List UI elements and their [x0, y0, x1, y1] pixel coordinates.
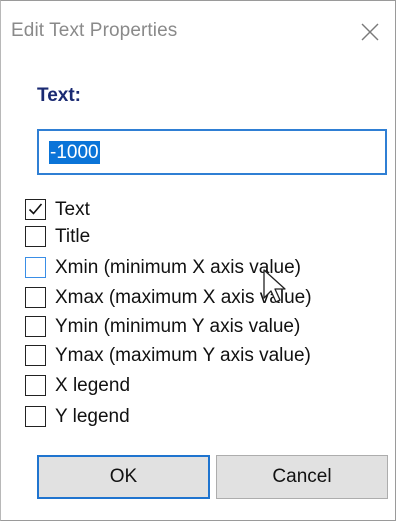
checkbox-row-ymax[interactable]: Ymax (maximum Y axis value): [25, 343, 385, 369]
checkbox-ymin[interactable]: [25, 316, 46, 337]
checkbox-row-ymin[interactable]: Ymin (minimum Y axis value): [25, 314, 385, 340]
checkbox-row-x-legend[interactable]: X legend: [25, 373, 385, 399]
checkbox-ymax[interactable]: [25, 345, 46, 366]
close-icon: [353, 15, 387, 49]
checkbox-row-xmax[interactable]: Xmax (maximum X axis value): [25, 285, 385, 311]
checkbox-text[interactable]: [25, 199, 46, 220]
checkbox-row-y-legend[interactable]: Y legend: [25, 404, 385, 430]
checkbox-label: Ymax (maximum Y axis value): [55, 345, 311, 366]
mouse-cursor-icon: [262, 268, 292, 308]
text-input[interactable]: -1000: [37, 129, 387, 175]
close-button[interactable]: [353, 15, 387, 49]
checkbox-label: Title: [55, 226, 91, 247]
checkbox-row-text[interactable]: Text: [25, 197, 385, 223]
checkbox-xmin[interactable]: [25, 257, 46, 278]
dialog-title: Edit Text Properties: [11, 20, 178, 41]
checkbox-row-xmin[interactable]: Xmin (minimum X axis value): [25, 255, 385, 281]
cancel-button[interactable]: Cancel: [216, 455, 388, 499]
checkbox-row-title[interactable]: Title: [25, 224, 385, 250]
checkbox-label: Ymin (minimum Y axis value): [55, 316, 301, 337]
checkbox-label: Y legend: [55, 406, 130, 427]
title-bar[interactable]: Edit Text Properties: [1, 1, 395, 65]
checkbox-xmax[interactable]: [25, 287, 46, 308]
checkmark-icon: [28, 203, 43, 215]
checkbox-label: X legend: [55, 375, 131, 396]
checkbox-y-legend[interactable]: [25, 406, 46, 427]
checkbox-x-legend[interactable]: [25, 375, 46, 396]
checkbox-label: Text: [55, 199, 90, 220]
text-field-label: Text:: [37, 85, 81, 106]
edit-text-properties-dialog: Edit Text Properties Text: -1000 Text Ti…: [0, 0, 396, 521]
checkbox-title[interactable]: [25, 226, 46, 247]
text-input-value[interactable]: -1000: [49, 141, 100, 164]
ok-button[interactable]: OK: [37, 455, 210, 499]
